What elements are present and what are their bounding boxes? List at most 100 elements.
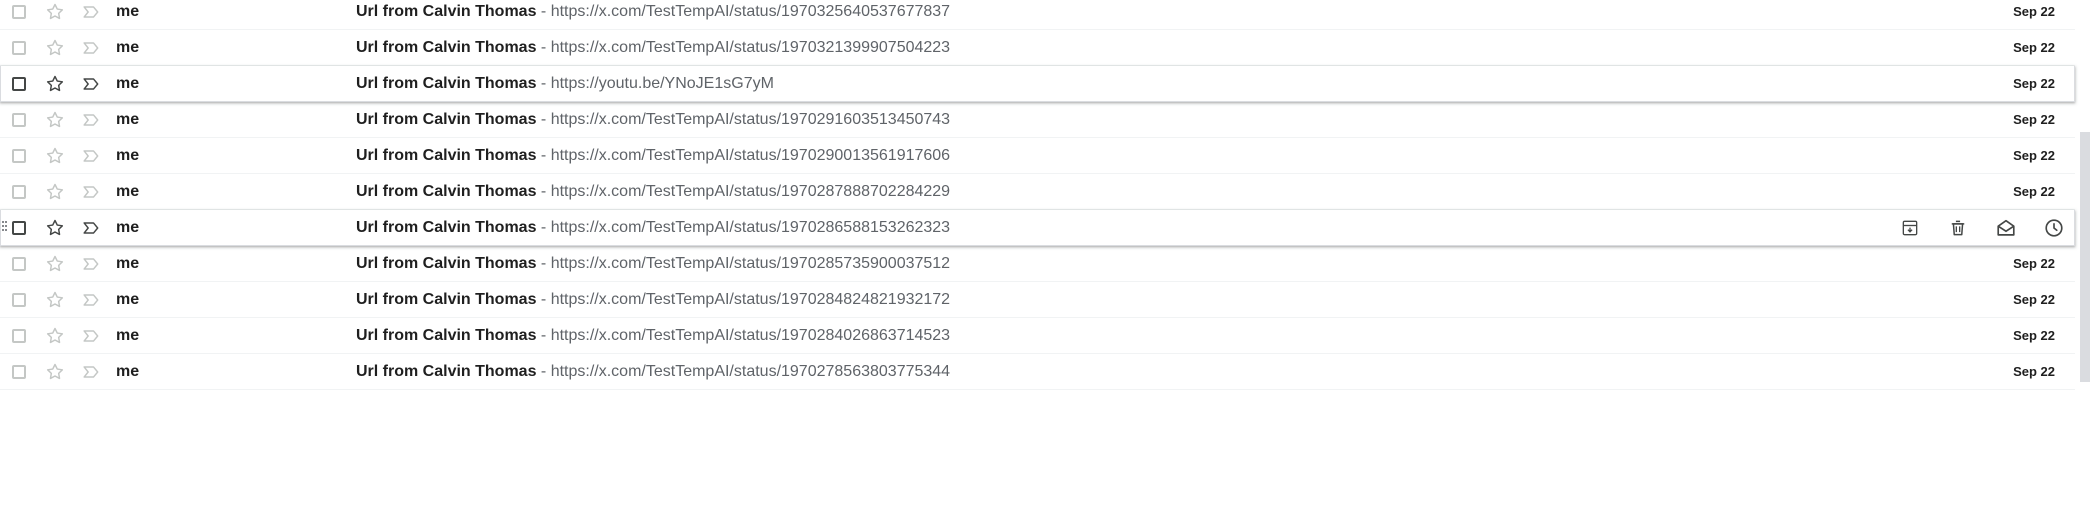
email-date: Sep 22: [2013, 184, 2055, 199]
importance-marker-icon[interactable]: [80, 217, 102, 239]
email-subject: Url from Calvin Thomas: [356, 291, 537, 308]
email-subject: Url from Calvin Thomas: [356, 255, 537, 272]
email-snippet: https://youtu.be/YNoJE1sG7yM: [550, 75, 774, 92]
email-row[interactable]: me Url from Calvin Thomas - https://x.com…: [0, 0, 2075, 30]
email-subject: Url from Calvin Thomas: [356, 327, 537, 344]
email-snippet: https://x.com/TestTempAI/status/19702840…: [550, 327, 951, 344]
drag-handle-icon[interactable]: [2, 221, 8, 235]
email-date: Sep 22: [2013, 148, 2055, 163]
importance-marker-icon[interactable]: [80, 73, 102, 95]
email-snippet: https://x.com/TestTempAI/status/19703256…: [550, 3, 951, 20]
email-subject: Url from Calvin Thomas: [356, 3, 537, 20]
checkbox-icon[interactable]: [12, 293, 26, 307]
email-date: Sep 22: [2013, 364, 2055, 379]
sender-name: me: [116, 183, 140, 200]
email-subject: Url from Calvin Thomas: [356, 363, 537, 380]
importance-marker-icon[interactable]: [80, 325, 102, 347]
subject-separator: -: [536, 3, 551, 20]
email-date: Sep 22: [2013, 292, 2055, 307]
star-icon[interactable]: [44, 289, 66, 311]
subject-line: Url from Calvin Thomas - https://x.com/T…: [356, 30, 950, 66]
subject-separator: -: [536, 75, 551, 92]
subject-separator: -: [536, 255, 551, 272]
subject-line: Url from Calvin Thomas - https://x.com/T…: [356, 210, 950, 246]
checkbox-icon[interactable]: [12, 113, 26, 127]
star-icon[interactable]: [44, 1, 66, 23]
email-snippet: https://x.com/TestTempAI/status/19703213…: [550, 39, 951, 56]
importance-marker-icon[interactable]: [80, 145, 102, 167]
sender-name: me: [116, 291, 140, 308]
email-snippet: https://x.com/TestTempAI/status/19702865…: [550, 219, 951, 236]
star-icon[interactable]: [44, 109, 66, 131]
sender-name: me: [116, 219, 140, 236]
email-row[interactable]: me Url from Calvin Thomas - https://youtu…: [0, 66, 2075, 102]
checkbox-icon[interactable]: [12, 185, 26, 199]
importance-marker-icon[interactable]: [80, 289, 102, 311]
email-row[interactable]: me Url from Calvin Thomas - https://x.com…: [0, 210, 2075, 246]
email-snippet: https://x.com/TestTempAI/status/19702916…: [550, 111, 951, 128]
importance-marker-icon[interactable]: [80, 181, 102, 203]
subject-separator: -: [536, 327, 551, 344]
star-icon[interactable]: [44, 37, 66, 59]
star-icon[interactable]: [44, 73, 66, 95]
email-row[interactable]: me Url from Calvin Thomas - https://x.com…: [0, 138, 2075, 174]
email-snippet: https://x.com/TestTempAI/status/19702848…: [550, 291, 951, 308]
subject-separator: -: [536, 111, 551, 128]
importance-marker-icon[interactable]: [80, 37, 102, 59]
checkbox-icon[interactable]: [12, 5, 26, 19]
email-date: Sep 22: [2013, 40, 2055, 55]
email-snippet: https://x.com/TestTempAI/status/19702878…: [550, 183, 951, 200]
star-icon[interactable]: [44, 181, 66, 203]
email-subject: Url from Calvin Thomas: [356, 39, 537, 56]
checkbox-icon[interactable]: [12, 77, 26, 91]
subject-line: Url from Calvin Thomas - https://x.com/T…: [356, 102, 950, 138]
star-icon[interactable]: [44, 145, 66, 167]
email-row[interactable]: me Url from Calvin Thomas - https://x.com…: [0, 246, 2075, 282]
sender-name: me: [116, 363, 140, 380]
delete-icon[interactable]: [1947, 216, 1969, 240]
importance-marker-icon[interactable]: [80, 361, 102, 383]
email-row[interactable]: me Url from Calvin Thomas - https://x.com…: [0, 174, 2075, 210]
email-snippet: https://x.com/TestTempAI/status/19702785…: [550, 363, 951, 380]
subject-line: Url from Calvin Thomas - https://x.com/T…: [356, 354, 950, 390]
email-row[interactable]: me Url from Calvin Thomas - https://x.com…: [0, 282, 2075, 318]
email-snippet: https://x.com/TestTempAI/status/19702900…: [550, 147, 951, 164]
checkbox-icon[interactable]: [12, 257, 26, 271]
email-row[interactable]: me Url from Calvin Thomas - https://x.com…: [0, 354, 2075, 390]
subject-line: Url from Calvin Thomas - https://youtu.b…: [356, 66, 774, 102]
archive-icon[interactable]: [1899, 216, 1921, 240]
scrollbar-thumb[interactable]: [2080, 132, 2090, 382]
checkbox-icon[interactable]: [12, 41, 26, 55]
subject-line: Url from Calvin Thomas - https://x.com/T…: [356, 0, 950, 30]
email-row[interactable]: me Url from Calvin Thomas - https://x.com…: [0, 30, 2075, 66]
sender-name: me: [116, 111, 140, 128]
importance-marker-icon[interactable]: [80, 109, 102, 131]
subject-separator: -: [536, 291, 551, 308]
star-icon[interactable]: [44, 217, 66, 239]
subject-line: Url from Calvin Thomas - https://x.com/T…: [356, 138, 950, 174]
subject-line: Url from Calvin Thomas - https://x.com/T…: [356, 282, 950, 318]
mark-as-read-icon[interactable]: [1995, 216, 2017, 240]
star-icon[interactable]: [44, 325, 66, 347]
snooze-icon[interactable]: [2043, 216, 2065, 240]
scrollbar[interactable]: [2075, 0, 2095, 526]
email-subject: Url from Calvin Thomas: [356, 147, 537, 164]
email-date: Sep 22: [2013, 256, 2055, 271]
checkbox-icon[interactable]: [12, 149, 26, 163]
subject-separator: -: [536, 363, 551, 380]
checkbox-icon[interactable]: [12, 365, 26, 379]
sender-name: me: [116, 327, 140, 344]
importance-marker-icon[interactable]: [80, 1, 102, 23]
email-row[interactable]: me Url from Calvin Thomas - https://x.com…: [0, 318, 2075, 354]
star-icon[interactable]: [44, 253, 66, 275]
checkbox-icon[interactable]: [12, 221, 26, 235]
star-icon[interactable]: [44, 361, 66, 383]
sender-name: me: [116, 39, 140, 56]
checkbox-icon[interactable]: [12, 329, 26, 343]
importance-marker-icon[interactable]: [80, 253, 102, 275]
subject-separator: -: [536, 39, 551, 56]
email-date: Sep 22: [2013, 112, 2055, 127]
email-row[interactable]: me Url from Calvin Thomas - https://x.com…: [0, 102, 2075, 138]
email-list-viewport: me Url from Calvin Thomas - https://x.com…: [0, 0, 2095, 526]
subject-line: Url from Calvin Thomas - https://x.com/T…: [356, 318, 950, 354]
